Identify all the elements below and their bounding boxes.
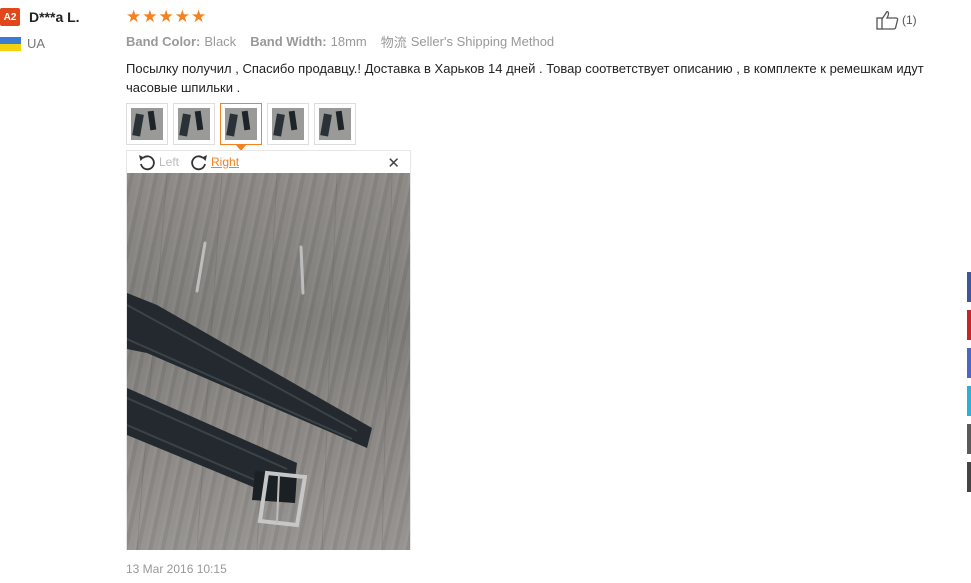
photo-thumbnail[interactable] [220,103,262,151]
photo-thumbnail[interactable] [314,103,356,145]
rotate-right-button[interactable]: Right [189,152,239,172]
level-badge: A2 [0,8,20,26]
viewer-toolbar: Left Right ✕ [127,151,410,173]
helpful-button[interactable]: (1) [876,10,917,30]
thumbnail-image [272,108,304,140]
share-tab[interactable] [967,310,971,340]
review-text: Посылку получил , Спасибо продавцу.! Дос… [126,61,924,95]
rotate-right-label: Right [211,155,240,169]
photo-thumbnail[interactable] [126,103,168,145]
reviewer-info: A2 D***a L. UA [0,8,118,51]
star-icon: ★ [174,7,190,26]
review-body: ★ ★ ★ ★ ★ Band Color: Black Band Width: 18mm… [126,8,926,151]
star-icon: ★ [142,7,158,26]
shipping-method: Seller's Shipping Method [410,34,555,49]
star-icon: ★ [126,7,142,26]
rotate-left-button[interactable]: Left [137,152,179,172]
attr-value-band-color: Black [204,34,237,49]
review-timestamp: 13 Mar 2016 10:15 [126,562,227,576]
review-photo [127,173,410,550]
reviewer-country: UA [0,36,118,51]
share-tab[interactable] [967,386,971,416]
watch-strap-photo [127,173,393,550]
share-tab[interactable] [967,462,971,492]
rotate-right-icon [191,155,208,171]
star-rating: ★ ★ ★ ★ ★ [126,8,926,26]
photo-thumbnail[interactable] [173,103,215,145]
star-icon: ★ [191,7,207,26]
rotate-left-label: Left [159,155,180,169]
photo-thumbnail[interactable] [267,103,309,145]
rotate-left-icon [139,155,155,171]
share-tab[interactable] [967,272,971,302]
reviewer-name: D***a L. [29,9,80,25]
thumbnail-image [319,108,351,140]
share-sidebar [967,272,971,500]
close-icon[interactable]: ✕ [387,154,400,172]
star-icon: ★ [158,7,174,26]
country-code: UA [27,36,46,51]
thumbnail-image [225,108,257,140]
image-viewer: Left Right ✕ [126,150,411,550]
attr-value-band-width: 18mm [330,34,367,49]
order-attributes: Band Color: Black Band Width: 18mm 物流 Se… [126,32,926,51]
reviewer-header: A2 D***a L. [0,8,118,26]
thumbnail-image [131,108,163,140]
photo-thumbnails [126,103,926,151]
attr-key-band-width: Band Width: [250,34,327,49]
shipping-label: 物流 [380,35,407,50]
thumbs-up-icon [876,11,899,30]
thumbnail-image [178,108,210,140]
ukraine-flag-icon [0,36,21,51]
helpful-count: (1) [902,13,917,27]
share-tab[interactable] [967,348,971,378]
attr-key-band-color: Band Color: [126,34,201,49]
share-tab[interactable] [967,424,971,454]
